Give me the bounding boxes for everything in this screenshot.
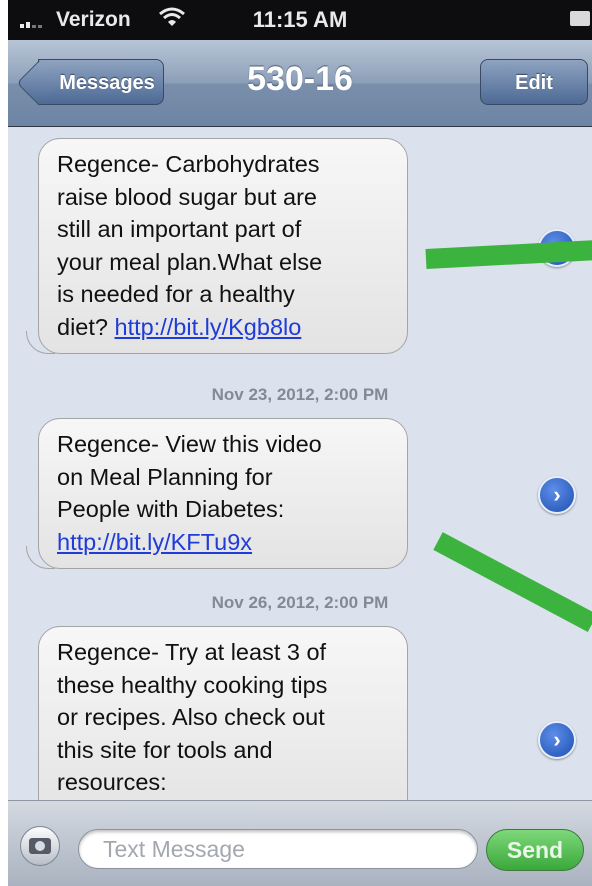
message-line: this site for tools and [57, 736, 273, 763]
message-bubble[interactable]: Regence- Carbohydrates raise blood sugar… [26, 138, 408, 354]
message-line: is needed for a healthy [57, 281, 295, 307]
message-line: these healthy cooking tips [57, 671, 328, 698]
navigation-bar: Messages 530-16 Edit [8, 40, 592, 127]
message-line: diet? [57, 313, 115, 340]
message-line: Regence- Try at least 3 of [57, 639, 327, 665]
green-annotation-stroke [425, 240, 592, 269]
message-line: People with Diabetes: [57, 496, 285, 522]
edit-button[interactable]: Edit [480, 59, 588, 105]
message-line: or recipes. Also check out [57, 704, 325, 730]
message-line: Regence- View this video [57, 431, 322, 457]
message-bubble[interactable]: Regence- View this video on Meal Plannin… [26, 418, 408, 569]
message-line: on Meal Planning for [57, 463, 273, 490]
message-bubble[interactable]: Regence- Try at least 3 of these healthy… [26, 626, 408, 826]
clock: 11:15 AM [252, 7, 348, 32]
message-line: your meal plan.What else [57, 248, 323, 275]
message-timestamp: Nov 23, 2012, 2:00 PM [211, 385, 389, 404]
input-bar: Text Message Send [8, 800, 592, 886]
message-input[interactable]: Text Message [78, 829, 478, 869]
messages-screen: Verizon 11:15 AM Messages 530-16 Edit Re… [8, 0, 592, 886]
message-link[interactable]: http://bit.ly/Kgb8lo [115, 314, 302, 340]
send-button[interactable]: Send [486, 829, 584, 871]
camera-icon[interactable] [20, 826, 60, 866]
green-annotation-stroke [433, 532, 592, 632]
message-link[interactable]: http://bit.ly/KFTu9x [57, 529, 252, 555]
message-line: raise blood sugar but are [57, 183, 317, 210]
message-timestamp: Nov 26, 2012, 2:00 PM [211, 593, 389, 612]
chevron-right-icon[interactable]: › [538, 476, 576, 514]
message-thread[interactable]: Regence- Carbohydrates raise blood sugar… [8, 127, 592, 826]
chevron-right-icon[interactable]: › [538, 721, 576, 759]
status-bar: Verizon 11:15 AM [8, 0, 592, 40]
message-line: Regence- Carbohydrates [57, 151, 320, 177]
message-line: still an important part of [57, 216, 302, 242]
battery-icon [570, 11, 590, 26]
message-line: resources: [57, 769, 167, 795]
